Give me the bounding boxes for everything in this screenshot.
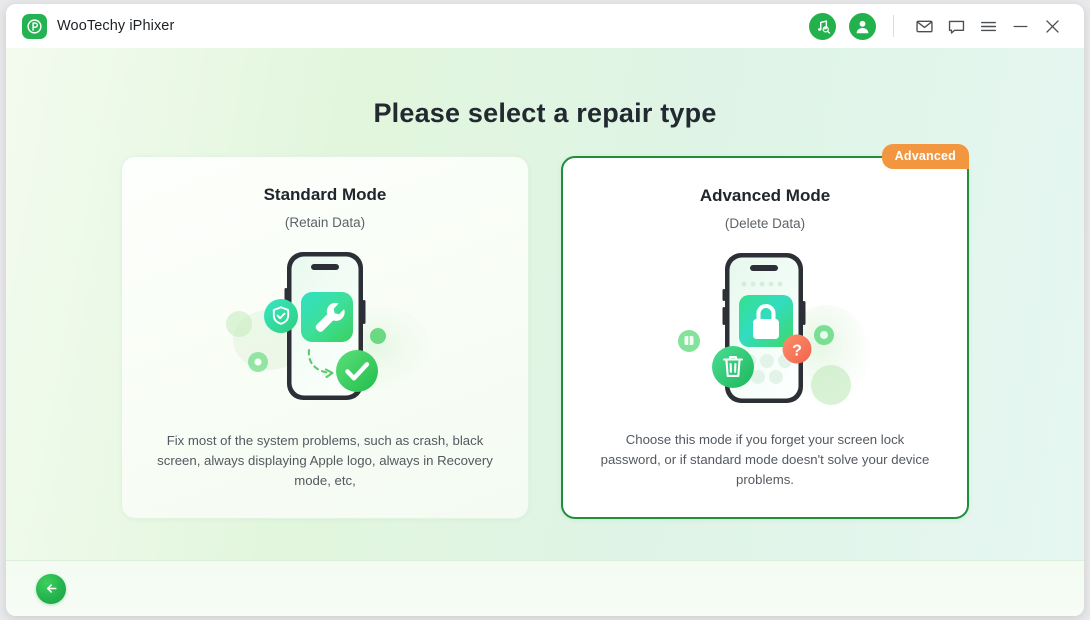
card-subtitle-standard: (Retain Data) bbox=[284, 215, 366, 230]
music-search-icon[interactable] bbox=[809, 12, 836, 40]
menu-icon[interactable] bbox=[972, 11, 1004, 41]
status-badge-advanced: Advanced bbox=[881, 144, 969, 169]
brand: WooTechy iPhixer bbox=[22, 13, 175, 39]
mail-icon[interactable] bbox=[908, 11, 940, 41]
svg-text:?: ? bbox=[792, 343, 802, 360]
footer-bar bbox=[6, 560, 1084, 616]
back-button[interactable] bbox=[36, 573, 66, 604]
title-bar: WooTechy iPhixer bbox=[6, 4, 1084, 48]
titlebar-controls bbox=[809, 11, 1068, 41]
repair-type-card-list: Standard Mode (Retain Data) Fix most of … bbox=[121, 144, 969, 519]
app-title: WooTechy iPhixer bbox=[57, 18, 175, 34]
user-account-icon[interactable] bbox=[849, 12, 876, 40]
main-content: Please select a repair type Standard Mod… bbox=[6, 48, 1084, 560]
card-subtitle-advanced: (Delete Data) bbox=[724, 216, 806, 231]
close-icon[interactable] bbox=[1036, 11, 1068, 41]
arrow-left-icon bbox=[46, 584, 57, 593]
wootechy-p-logo-icon bbox=[22, 13, 47, 39]
repair-type-card-advanced[interactable]: Advanced Advanced Mode (Delete Data) ? C… bbox=[561, 144, 969, 519]
illustration-phone-lock: ? bbox=[645, 243, 885, 411]
card-title-advanced: Advanced Mode bbox=[699, 186, 831, 205]
app-window: WooTechy iPhixer Please select a repair … bbox=[6, 4, 1084, 616]
illustration-phone-wrench bbox=[205, 242, 445, 410]
chat-icon[interactable] bbox=[940, 11, 972, 41]
minimize-icon[interactable] bbox=[1004, 11, 1036, 41]
repair-type-card-standard[interactable]: Standard Mode (Retain Data) Fix most of … bbox=[121, 156, 529, 519]
card-description-standard: Fix most of the system problems, such as… bbox=[157, 433, 493, 488]
page-title: Please select a repair type bbox=[373, 98, 717, 128]
toolbar-divider bbox=[893, 15, 894, 37]
card-description-advanced: Choose this mode if you forget your scre… bbox=[600, 432, 930, 487]
card-title-standard: Standard Mode bbox=[263, 185, 387, 204]
